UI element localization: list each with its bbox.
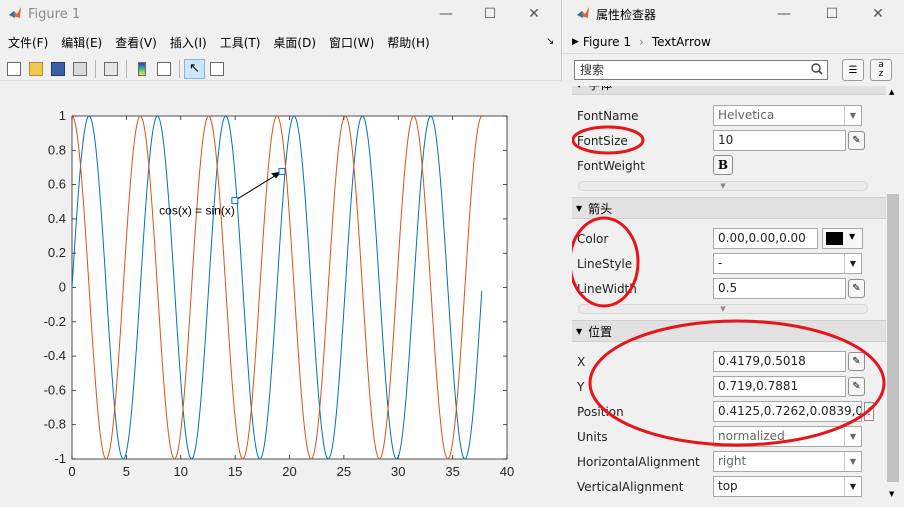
y-tick-label: 0.8 (48, 142, 66, 157)
highlight-ellipse-arrow-props (572, 216, 640, 308)
y-tick-label: -0.8 (44, 417, 66, 432)
inspector-maximize-button[interactable]: ☐ (810, 0, 854, 28)
highlight-ellipse-fontsize (572, 125, 645, 155)
menu-bar: 文件(F) 编辑(E) 查看(V) 插入(I) 工具(T) 桌面(D) 窗口(W) 帮助(H) (0, 31, 562, 53)
figure-title: Figure 1 (28, 6, 81, 22)
save-icon (50, 61, 65, 76)
annotation-handle-end[interactable] (278, 167, 286, 175)
minimize-button[interactable]: — (424, 0, 468, 28)
y-tick-label: -0.4 (44, 348, 66, 363)
menu-item-0[interactable]: 文件(F) (8, 34, 48, 51)
figure-toolbar: ↖ (0, 57, 562, 81)
sort-az-button[interactable]: az (870, 59, 892, 81)
print-icon (72, 61, 87, 76)
menu-item-5[interactable]: 桌面(D) (273, 34, 316, 51)
chevron-right-icon: › (639, 34, 644, 49)
new-file-icon (6, 61, 21, 76)
x-tick-label: 15 (228, 464, 242, 479)
maximize-button[interactable]: ☐ (468, 0, 512, 28)
matlab-logo-icon (8, 6, 22, 23)
breadcrumb: ▶ Figure 1 › TextArrow (562, 30, 904, 54)
insert-colorbar-button[interactable] (131, 59, 152, 79)
matlab-logo-icon (576, 6, 590, 23)
y-tick-label: 0 (59, 280, 66, 295)
minimize-icon: — (439, 6, 453, 22)
scroll-up-icon[interactable]: ▲ (889, 88, 894, 96)
highlight-overlay (572, 125, 886, 447)
property-inspector-window: 属性检查器 — ☐ ✕ ▶ Figure 1 › TextArrow 搜索 ☰ … (562, 0, 904, 504)
folder-icon (28, 61, 43, 76)
group-view-button[interactable]: ☰ (842, 59, 864, 81)
link-icon (103, 61, 118, 76)
close-icon: ✕ (528, 6, 540, 22)
toolbar-separator (126, 59, 127, 78)
list-icon: ☰ (848, 64, 858, 76)
menu-item-7[interactable]: 帮助(H) (387, 34, 429, 51)
search-icon (811, 61, 823, 82)
maximize-icon: ☐ (825, 6, 839, 22)
minimize-icon: — (777, 6, 791, 22)
inspector-minimize-button[interactable]: — (762, 0, 806, 28)
scroll-thumb[interactable] (887, 194, 899, 482)
toolbar-separator (179, 59, 180, 78)
highlight-ellipse-position-props (588, 319, 886, 447)
search-placeholder: 搜索 (580, 63, 605, 77)
breadcrumb-object[interactable]: TextArrow (652, 35, 711, 49)
x-tick-label: 30 (391, 464, 405, 479)
x-tick-label: 20 (282, 464, 296, 479)
menu-item-6[interactable]: 窗口(W) (329, 34, 374, 51)
line-chart[interactable]: 0 5 10 15 20 25 30 35 40 -1 -0.8 -0.6 -0.4 -0.2 0 0.2 0.… (0, 82, 562, 504)
figure-window: Figure 1 — ☐ ✕ 文件(F) 编辑(E) 查看(V) 插入(I) 工具(T)… (0, 0, 562, 504)
y-tick-label: -0.2 (44, 314, 66, 329)
edit-plot-button[interactable]: ↖ (184, 58, 205, 79)
scroll-down-icon[interactable]: ▼ (889, 490, 894, 498)
x-tick-label: 25 (337, 464, 351, 479)
menu-item-2[interactable]: 查看(V) (115, 34, 157, 51)
search-row: 搜索 ☰ az (562, 56, 904, 84)
link-plot-button[interactable] (100, 59, 121, 79)
property-scrollbar[interactable]: ▲ ▼ (886, 86, 900, 504)
legend-icon (156, 61, 171, 76)
plot-canvas[interactable]: 0 5 10 15 20 25 30 35 40 -1 -0.8 -0.6 -0.4 -0.2 0 0.2 0.… (0, 82, 562, 504)
annotation-text[interactable]: cos(x) = sin(x) (159, 204, 235, 218)
print-button[interactable] (69, 59, 90, 79)
toolbar-separator (95, 59, 96, 78)
property-inspector-button[interactable] (206, 59, 227, 79)
menu-item-1[interactable]: 编辑(E) (61, 34, 102, 51)
y-tick-label: 0.2 (48, 245, 66, 260)
x-tick-label: 40 (500, 464, 514, 479)
search-input[interactable]: 搜索 (574, 60, 828, 80)
y-tick-label: 0.6 (48, 177, 66, 192)
sort-az-icon: az (878, 60, 884, 79)
close-icon: ✕ (872, 6, 884, 22)
maximize-icon: ☐ (483, 6, 497, 22)
save-button[interactable] (47, 59, 68, 79)
y-tick-label: -1 (54, 451, 66, 466)
figure-titlebar: Figure 1 (0, 0, 80, 28)
new-figure-button[interactable] (3, 59, 24, 79)
x-tick-label: 0 (68, 464, 75, 479)
open-file-button[interactable] (25, 59, 46, 79)
dock-icon[interactable]: ↘ (546, 36, 554, 47)
menu-item-3[interactable]: 插入(I) (170, 34, 207, 51)
breadcrumb-expand-icon[interactable]: ▶ (572, 37, 579, 47)
breadcrumb-figure[interactable]: Figure 1 (583, 35, 631, 49)
property-list: ▼ 字体 FontName Helvetica ▼ FontSize 10 ✎ … (572, 86, 886, 504)
x-tick-label: 10 (174, 464, 188, 479)
colorbar-icon (137, 61, 146, 76)
inspector-title: 属性检查器 (596, 7, 657, 22)
x-tick-label: 5 (123, 464, 130, 479)
y-tick-label: -0.6 (44, 382, 66, 397)
inspector-close-button[interactable]: ✕ (856, 0, 900, 28)
menu-item-4[interactable]: 工具(T) (220, 34, 261, 51)
y-tick-label: 0.4 (48, 211, 66, 226)
insert-legend-button[interactable] (153, 59, 174, 79)
x-tick-label: 35 (445, 464, 459, 479)
pointer-icon: ↖ (189, 61, 200, 76)
close-button[interactable]: ✕ (512, 0, 556, 28)
y-tick-label: 1 (59, 108, 66, 123)
property-editor-icon (209, 61, 224, 76)
axes-box[interactable] (71, 115, 508, 460)
